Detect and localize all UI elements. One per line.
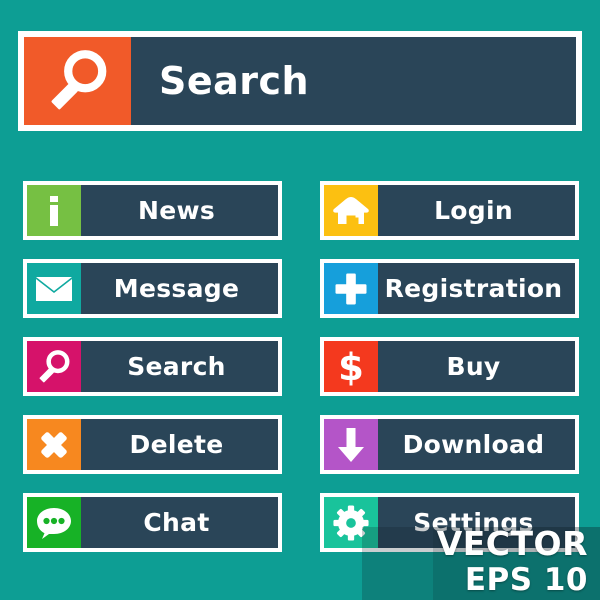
- button-login-label-box: Login: [378, 185, 575, 236]
- poster-canvas: Search News Message Search Delete Chat L…: [0, 0, 600, 600]
- info-icon: [39, 194, 69, 228]
- button-search-label: Search: [127, 352, 226, 381]
- button-delete-label: Delete: [129, 430, 224, 459]
- button-delete-label-box: Delete: [81, 419, 278, 470]
- button-news[interactable]: News: [23, 181, 282, 240]
- button-settings-icon-box: [324, 497, 378, 548]
- button-registration[interactable]: Registration: [320, 259, 579, 318]
- button-login[interactable]: Login: [320, 181, 579, 240]
- search-bar[interactable]: Search: [18, 31, 582, 131]
- button-download-label-box: Download: [378, 419, 575, 470]
- button-login-icon-box: [324, 185, 378, 236]
- button-delete-icon-box: [27, 419, 81, 470]
- svg-text:$: $: [338, 347, 364, 387]
- search-bar-icon-box: [24, 37, 131, 125]
- button-chat-icon-box: [27, 497, 81, 548]
- magnifier-icon: [36, 349, 72, 385]
- watermark-vector-text: VECTOR: [436, 524, 588, 563]
- chat-bubble-icon: [35, 506, 73, 540]
- button-login-label: Login: [434, 196, 513, 225]
- down-arrow-icon: [336, 426, 366, 464]
- dollar-icon: $: [338, 347, 364, 387]
- button-registration-label: Registration: [384, 274, 563, 303]
- button-search-label-box: Search: [81, 341, 278, 392]
- envelope-icon: [35, 275, 73, 303]
- button-search-icon-box: [27, 341, 81, 392]
- button-column-left: News Message Search Delete Chat: [23, 181, 282, 571]
- search-bar-label: Search: [159, 59, 310, 103]
- button-buy[interactable]: $ Buy: [320, 337, 579, 396]
- magnifier-icon: [45, 48, 111, 114]
- plus-icon: [333, 271, 369, 307]
- watermark-eps-text: EPS 10: [464, 562, 588, 598]
- button-chat-label: Chat: [143, 508, 210, 537]
- button-buy-label-box: Buy: [378, 341, 575, 392]
- button-download-label: Download: [402, 430, 545, 459]
- button-search[interactable]: Search: [23, 337, 282, 396]
- button-news-label: News: [137, 196, 216, 225]
- button-buy-label: Buy: [446, 352, 501, 381]
- button-buy-icon-box: $: [324, 341, 378, 392]
- button-chat[interactable]: Chat: [23, 493, 282, 552]
- cross-icon: [36, 427, 72, 463]
- button-column-right: Login Registration $ Buy Download Settin…: [320, 181, 579, 571]
- button-chat-label-box: Chat: [81, 497, 278, 548]
- button-download-icon-box: [324, 419, 378, 470]
- button-download[interactable]: Download: [320, 415, 579, 474]
- button-news-label-box: News: [81, 185, 278, 236]
- button-message[interactable]: Message: [23, 259, 282, 318]
- button-registration-label-box: Registration: [378, 263, 575, 314]
- gear-icon: [333, 504, 369, 541]
- home-icon: [332, 195, 370, 227]
- button-delete[interactable]: Delete: [23, 415, 282, 474]
- button-message-label-box: Message: [81, 263, 278, 314]
- search-bar-label-box[interactable]: Search: [131, 37, 576, 125]
- button-message-label: Message: [113, 274, 240, 303]
- button-registration-icon-box: [324, 263, 378, 314]
- button-message-icon-box: [27, 263, 81, 314]
- button-news-icon-box: [27, 185, 81, 236]
